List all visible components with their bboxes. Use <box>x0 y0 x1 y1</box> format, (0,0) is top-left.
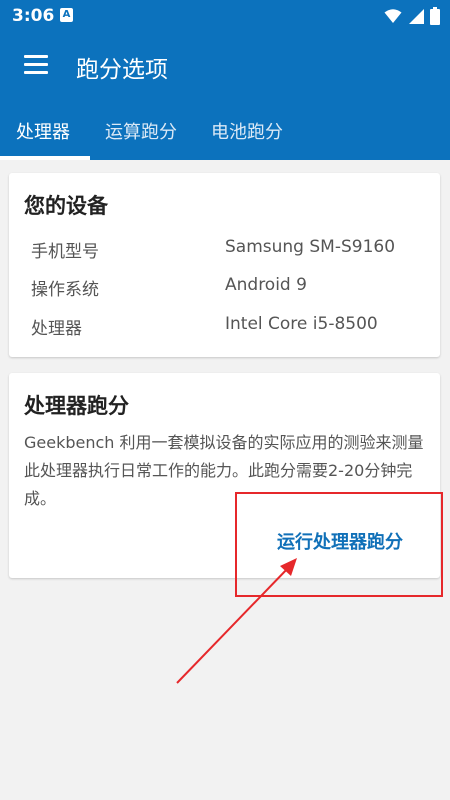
annotation-arrow <box>176 558 297 684</box>
